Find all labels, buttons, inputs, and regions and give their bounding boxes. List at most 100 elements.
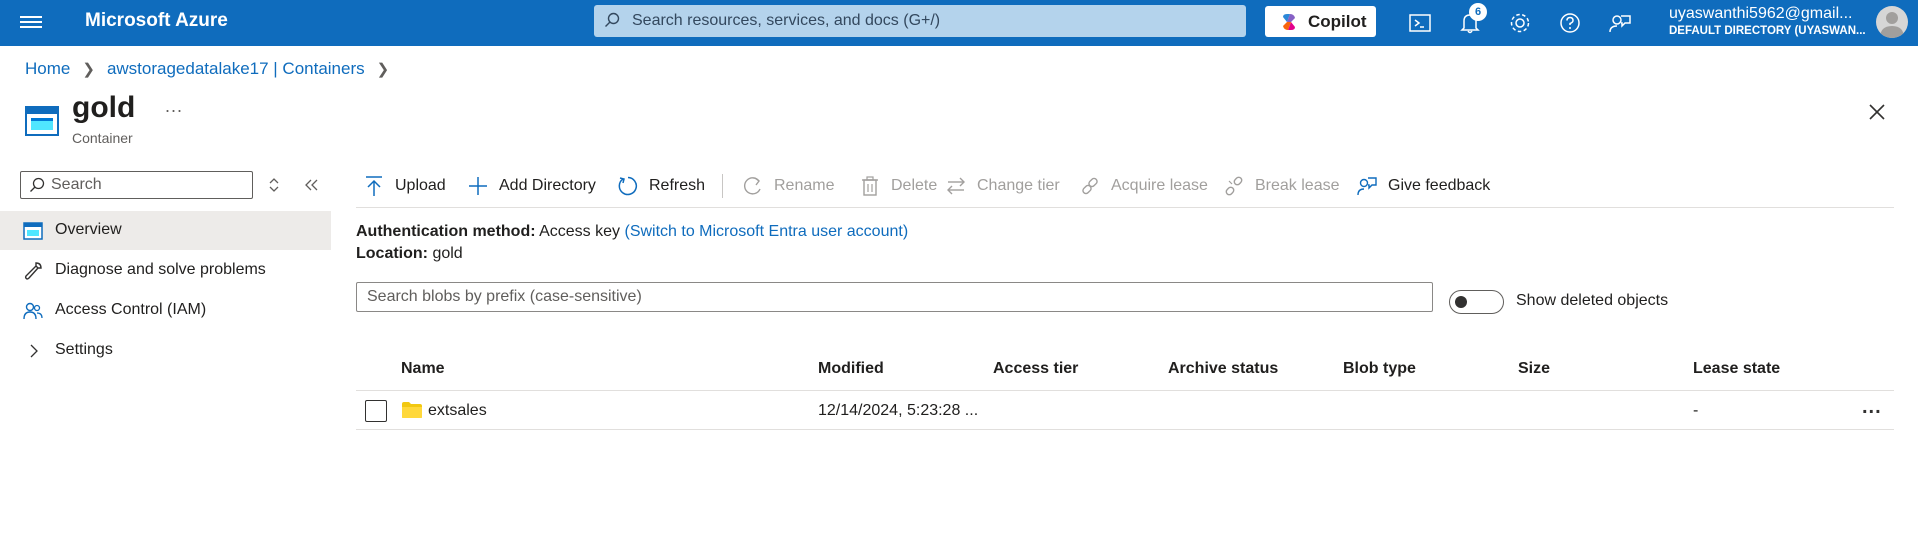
page-subtitle: Container (72, 130, 133, 146)
blob-search-placeholder: Search blobs by prefix (case-sensitive) (367, 288, 642, 305)
search-icon (605, 12, 620, 27)
more-options-button[interactable]: ... (165, 96, 183, 117)
sidebar-item-settings[interactable]: Settings (0, 331, 331, 370)
delete-button[interactable]: Delete (859, 172, 937, 200)
trash-icon (862, 176, 878, 196)
copilot-button[interactable]: Copilot (1265, 6, 1376, 37)
add-directory-button[interactable]: Add Directory (467, 172, 596, 200)
toolbar-divider (722, 174, 723, 198)
sidebar-search-input[interactable]: Search (20, 171, 253, 199)
rename-icon (744, 177, 761, 195)
chevron-right-icon: ❯ (376, 61, 390, 78)
acquire-lease-label: Acquire lease (1111, 177, 1208, 194)
table-header: Name Modified Access tier Archive status… (356, 355, 1894, 391)
folder-icon (402, 402, 422, 418)
column-header-size[interactable]: Size (1518, 360, 1550, 378)
auth-label: Authentication method: (356, 223, 536, 240)
give-feedback-label: Give feedback (1388, 177, 1491, 194)
chevron-right-icon: ❯ (82, 61, 95, 78)
swap-icon (947, 177, 965, 195)
notifications-badge: 6 (1469, 3, 1487, 21)
gear-icon[interactable] (1507, 10, 1533, 36)
brand-title[interactable]: Microsoft Azure (85, 10, 228, 32)
break-lease-label: Break lease (1255, 177, 1340, 194)
broken-link-icon (1225, 176, 1243, 196)
account-directory: DEFAULT DIRECTORY (UYASWAN... (1669, 25, 1866, 37)
column-header-lease-state[interactable]: Lease state (1693, 360, 1780, 378)
container-icon (25, 106, 59, 136)
rename-label: Rename (774, 177, 835, 194)
top-bar: Microsoft Azure Search resources, servic… (0, 0, 1918, 46)
upload-icon (366, 176, 382, 196)
avatar[interactable] (1876, 6, 1908, 38)
feedback-icon[interactable] (1607, 10, 1633, 36)
plus-icon (469, 177, 487, 195)
cloud-shell-icon[interactable] (1407, 10, 1433, 36)
auth-value: Access key (539, 223, 621, 240)
column-header-name[interactable]: Name (401, 360, 445, 378)
break-lease-button[interactable]: Break lease (1223, 172, 1340, 200)
add-directory-label: Add Directory (499, 177, 596, 194)
acquire-lease-button[interactable]: Acquire lease (1079, 172, 1208, 200)
breadcrumb: Home ❯ awstoragedatalake17 | Containers … (25, 59, 401, 79)
change-tier-button[interactable]: Change tier (945, 172, 1060, 200)
delete-label: Delete (891, 177, 938, 194)
chevron-right-icon (30, 344, 38, 358)
toggle-knob (1455, 296, 1467, 308)
upload-button[interactable]: Upload (363, 172, 446, 200)
global-search-placeholder: Search resources, services, and docs (G+… (632, 12, 941, 29)
show-deleted-label: Show deleted objects (1516, 292, 1669, 309)
account-name: uyaswanthi5962@gmail... (1669, 5, 1853, 22)
row-checkbox[interactable] (365, 400, 387, 422)
person-icon (1880, 12, 1904, 38)
sidebar-item-label: Access Control (IAM) (55, 301, 207, 318)
upload-label: Upload (395, 177, 446, 194)
sidebar-item-overview[interactable]: Overview (0, 211, 331, 250)
copilot-label: Copilot (1308, 12, 1367, 31)
breadcrumb-home[interactable]: Home (25, 59, 70, 79)
refresh-button[interactable]: Refresh (617, 172, 705, 200)
switch-auth-link[interactable]: (Switch to Microsoft Entra user account) (624, 223, 908, 240)
column-header-access-tier[interactable]: Access tier (993, 360, 1078, 378)
give-feedback-button[interactable]: Give feedback (1356, 172, 1490, 200)
command-bar: Upload Add Directory Refresh Rename Dele… (356, 168, 1894, 208)
link-icon (1082, 177, 1098, 195)
hamburger-menu-icon[interactable] (20, 13, 42, 33)
refresh-icon (618, 176, 637, 196)
page-title: gold (72, 91, 136, 124)
sort-updown-icon[interactable] (266, 175, 282, 195)
sidebar-item-label: Overview (55, 221, 122, 238)
collapse-sidebar-icon[interactable] (303, 175, 321, 195)
wrench-icon (24, 262, 42, 280)
blob-search-input[interactable]: Search blobs by prefix (case-sensitive) (356, 282, 1433, 312)
global-search-input[interactable]: Search resources, services, and docs (G+… (594, 5, 1246, 37)
row-modified: 12/14/2024, 5:23:28 ... (818, 402, 979, 419)
breadcrumb-containers[interactable]: awstoragedatalake17 | Containers (107, 59, 365, 79)
container-icon (23, 222, 43, 240)
copilot-icon (1283, 14, 1295, 30)
table-row[interactable]: extsales 12/14/2024, 5:23:28 ... - ... (356, 392, 1894, 430)
sidebar-item-label: Settings (55, 341, 113, 358)
refresh-label: Refresh (649, 177, 706, 194)
feedback-icon (1357, 177, 1377, 196)
column-header-modified[interactable]: Modified (818, 360, 884, 378)
authentication-method: Authentication method: Access key (Switc… (356, 223, 908, 241)
location-value: gold (432, 245, 463, 262)
show-deleted-toggle[interactable] (1449, 290, 1504, 314)
search-icon (30, 177, 45, 192)
row-lease-state: - (1693, 402, 1699, 419)
people-icon (23, 302, 43, 320)
help-icon[interactable] (1557, 10, 1583, 36)
rename-button[interactable]: Rename (742, 172, 834, 200)
row-name-link[interactable]: extsales (428, 402, 487, 420)
location-info: Location: gold (356, 245, 463, 263)
sidebar-item-access-control[interactable]: Access Control (IAM) (0, 291, 331, 330)
close-icon[interactable] (1865, 100, 1889, 124)
sidebar-item-diagnose[interactable]: Diagnose and solve problems (0, 251, 331, 290)
row-more-options-button[interactable]: ... (1862, 396, 1882, 419)
column-header-blob-type[interactable]: Blob type (1343, 360, 1416, 378)
column-header-archive-status[interactable]: Archive status (1168, 360, 1278, 378)
sidebar-search-placeholder: Search (51, 176, 102, 193)
location-label: Location: (356, 245, 428, 262)
account-info[interactable]: uyaswanthi5962@gmail... DEFAULT DIRECTOR… (1669, 5, 1874, 37)
